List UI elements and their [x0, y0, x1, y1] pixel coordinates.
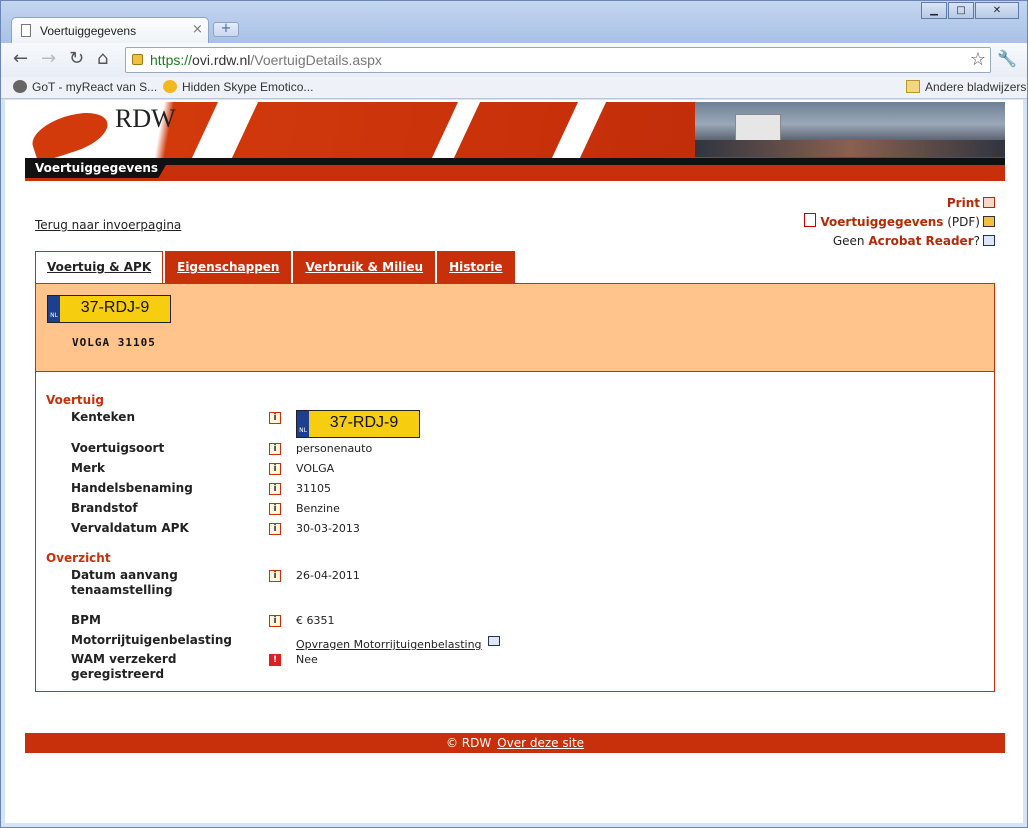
home-icon[interactable]: ⌂: [97, 49, 108, 69]
emoticon-icon: [163, 80, 177, 93]
field-label: Merk: [71, 461, 105, 475]
plate-country: NL: [48, 296, 60, 322]
bookmarks-bar: GoT - myReact van S... Hidden Skype Emot…: [1, 77, 1027, 99]
field-label: WAM verzekerd geregistreerd: [71, 652, 177, 681]
banner-lower: [25, 165, 1005, 181]
license-plate: NL 37-RDJ-9: [47, 295, 171, 323]
field-label: Vervaldatum APK: [71, 521, 189, 535]
bookmark-skype[interactable]: Hidden Skype Emotico...: [163, 80, 313, 94]
field-label: Brandstof: [71, 501, 138, 515]
field-value: 30-03-2013: [296, 522, 360, 535]
tab-voertuig-apk[interactable]: Voertuig & APK: [35, 251, 164, 284]
field-label: Kenteken: [71, 410, 135, 424]
site-banner: RDW Voertuiggegevens: [25, 102, 1005, 181]
reader-suffix: ?: [973, 234, 980, 248]
traffic-photo: [695, 102, 1005, 157]
about-site-link[interactable]: Over deze site: [497, 736, 584, 750]
reload-icon[interactable]: ↻: [69, 49, 84, 69]
tab-eigenschappen[interactable]: Eigenschappen: [165, 251, 292, 284]
field-value: 31105: [296, 482, 331, 495]
page-icon: [21, 24, 31, 37]
pdf-link[interactable]: Voertuiggegevens: [820, 215, 943, 229]
minimize-button[interactable]: ▁: [921, 2, 947, 19]
plate-number: 37-RDJ-9: [80, 299, 150, 316]
info-icon[interactable]: i: [269, 483, 281, 495]
license-plate-small: NL 37-RDJ-9: [296, 410, 420, 438]
bookmark-star-icon[interactable]: ☆: [970, 49, 986, 70]
plate-country: NL: [297, 411, 309, 437]
lock-icon: [132, 54, 143, 65]
field-value: Nee: [296, 653, 318, 666]
print-link[interactable]: Print: [947, 196, 980, 210]
info-icon[interactable]: i: [269, 523, 281, 535]
banner-divider: [25, 158, 1005, 165]
plate-number: 37-RDJ-9: [329, 414, 399, 431]
field-label: Voertuigsoort: [71, 441, 165, 455]
section-overzicht: Overzicht: [46, 551, 111, 565]
back-arrow-icon[interactable]: ←: [13, 49, 28, 69]
field-label: Handelsbenaming: [71, 481, 193, 495]
other-bookmarks[interactable]: Andere bladwijzers: [906, 80, 1026, 94]
vehicle-header: NL 37-RDJ-9 VOLGA 31105: [36, 284, 994, 372]
browser-tab[interactable]: Voertuiggegevens ×: [11, 17, 209, 43]
external-link-icon[interactable]: [488, 636, 500, 646]
pdf-icon: [804, 213, 817, 227]
field-label: BPM: [71, 613, 101, 627]
maximize-button[interactable]: □: [948, 2, 974, 19]
field-label: Datum aanvang tenaamstelling: [71, 568, 178, 597]
info-icon[interactable]: i: [269, 570, 281, 582]
document-actions: Print Voertuiggegevens (PDF) Geen Acroba…: [804, 194, 995, 251]
info-icon[interactable]: i: [269, 615, 281, 627]
got-icon: [13, 80, 27, 93]
vehicle-panel: NL 37-RDJ-9 VOLGA 31105 Voertuig Kenteke…: [35, 283, 995, 692]
pdf-suffix: (PDF): [947, 215, 980, 229]
folder-icon: [906, 80, 920, 93]
field-value: personenauto: [296, 442, 373, 455]
motorrijtuigenbelasting-link[interactable]: Opvragen Motorrijtuigenbelasting: [296, 637, 482, 652]
info-icon[interactable]: i: [269, 412, 281, 424]
field-value: 26-04-2011: [296, 569, 360, 582]
forward-arrow-icon[interactable]: →: [41, 49, 56, 69]
field-label: Motorrijtuigenbelasting: [71, 633, 232, 647]
title-bar: Voertuiggegevens × + ▁ □ ✕: [1, 1, 1027, 43]
wrench-icon[interactable]: 🔧: [997, 49, 1017, 68]
back-link[interactable]: Terug naar invoerpagina: [35, 218, 181, 232]
tab-close-icon[interactable]: ×: [192, 22, 203, 37]
url-text: https://ovi.rdw.nl/VoertuigDetails.aspx: [150, 52, 382, 68]
tab-bar: Voertuig & APK Eigenschappen Verbruik & …: [35, 251, 517, 284]
field-value: € 6351: [296, 614, 335, 627]
warning-icon[interactable]: !: [269, 654, 281, 666]
info-icon[interactable]: i: [269, 463, 281, 475]
printer-icon[interactable]: [983, 197, 995, 208]
close-window-button[interactable]: ✕: [975, 2, 1019, 19]
tab-title: Voertuiggegevens: [40, 24, 137, 38]
acrobat-reader-link[interactable]: Acrobat Reader: [868, 234, 973, 248]
site-footer: © RDW Over deze site: [25, 733, 1005, 753]
vehicle-model: VOLGA 31105: [72, 336, 156, 349]
tab-historie[interactable]: Historie: [437, 251, 515, 284]
tab-verbruik-milieu[interactable]: Verbruik & Milieu: [293, 251, 436, 284]
page-viewport: RDW Voertuiggegevens Print Voertuiggegev…: [5, 100, 1023, 823]
download-icon[interactable]: [983, 216, 995, 227]
browser-toolbar: ← → ↻ ⌂ https://ovi.rdw.nl/VoertuigDetai…: [1, 43, 1027, 77]
window-controls: ▁ □ ✕: [920, 2, 1019, 19]
external-link-icon[interactable]: [983, 235, 995, 246]
bookmark-got[interactable]: GoT - myReact van S...: [13, 80, 157, 94]
browser-window: Voertuiggegevens × + ▁ □ ✕ ← → ↻ ⌂ https…: [0, 0, 1028, 828]
copyright: © RDW: [445, 736, 492, 750]
address-bar[interactable]: https://ovi.rdw.nl/VoertuigDetails.aspx …: [125, 47, 991, 73]
reader-prefix: Geen: [832, 234, 865, 248]
new-tab-button[interactable]: +: [213, 22, 239, 37]
field-value: VOLGA: [296, 462, 335, 475]
section-label: Voertuiggegevens: [25, 158, 170, 178]
info-icon[interactable]: i: [269, 503, 281, 515]
road-graphic: [695, 140, 1005, 157]
info-icon[interactable]: i: [269, 443, 281, 455]
rdw-logo-text: RDW: [115, 104, 176, 133]
field-value: Benzine: [296, 502, 340, 515]
section-voertuig: Voertuig: [46, 393, 104, 407]
